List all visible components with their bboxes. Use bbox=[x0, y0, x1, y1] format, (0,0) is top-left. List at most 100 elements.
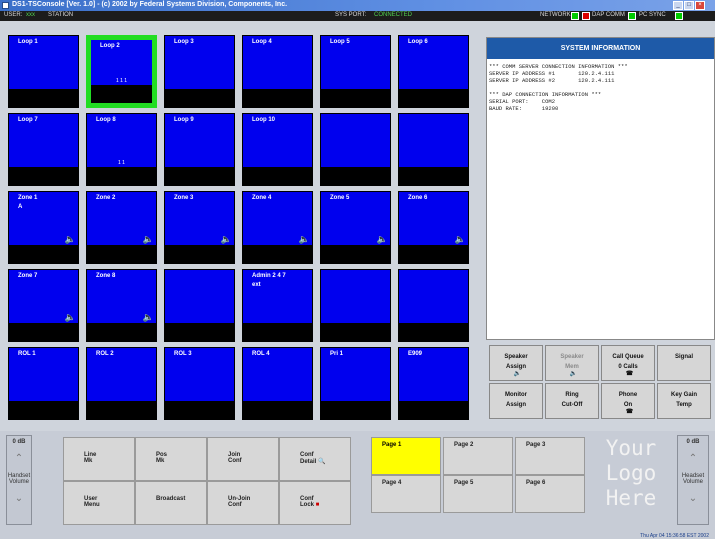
volume-down-icon[interactable]: ⌄ bbox=[7, 493, 31, 504]
tile[interactable]: Zone 2 🔈 bbox=[86, 191, 157, 264]
tile[interactable]: Loop 9 bbox=[164, 113, 235, 186]
tile[interactable]: Zone 5 🔈 bbox=[320, 191, 391, 264]
tile[interactable]: Zone 7 🔈 bbox=[8, 269, 79, 342]
control-sublabel: Mem bbox=[565, 364, 579, 370]
command-button[interactable]: Un-Join Conf bbox=[207, 481, 279, 525]
control-button[interactable]: Ring Cut-Off bbox=[545, 383, 599, 419]
command-sublabel: Conf bbox=[228, 502, 242, 508]
tile[interactable]: Loop 5 bbox=[320, 35, 391, 108]
control-button[interactable]: Signal bbox=[657, 345, 711, 381]
tile[interactable]: Zone 1 A 🔈 bbox=[8, 191, 79, 264]
command-button[interactable]: User Menu bbox=[63, 481, 135, 525]
tile-status-bar bbox=[87, 167, 156, 185]
page-button[interactable]: Page 5 bbox=[443, 475, 513, 513]
control-button[interactable]: Speaker Mem 🔈 bbox=[545, 345, 599, 381]
tile[interactable]: ROL 2 bbox=[86, 347, 157, 420]
detail-icon: 🔍 bbox=[316, 459, 326, 465]
control-button[interactable]: Speaker Assign 🔈 bbox=[489, 345, 543, 381]
tile[interactable]: Loop 7 bbox=[8, 113, 79, 186]
control-sublabel: Assign bbox=[505, 364, 526, 370]
tile[interactable]: ROL 1 bbox=[8, 347, 79, 420]
tile-label: Zone 6 bbox=[408, 195, 428, 201]
tile-status-bar bbox=[399, 89, 468, 107]
tile-label: Zone 1 bbox=[18, 195, 38, 201]
tile-status-bar bbox=[165, 401, 234, 419]
speaker-icon[interactable]: 🔈 bbox=[65, 235, 76, 244]
tile[interactable] bbox=[164, 269, 235, 342]
tile-label: ROL 2 bbox=[96, 351, 114, 357]
control-label: Monitor bbox=[505, 392, 527, 398]
command-button[interactable]: Join Conf bbox=[207, 437, 279, 481]
page-button[interactable]: Page 3 bbox=[515, 437, 585, 475]
tile-status-bar bbox=[399, 167, 468, 185]
tile[interactable]: Zone 4 🔈 bbox=[242, 191, 313, 264]
volume-up-icon[interactable]: ⌃ bbox=[7, 453, 31, 464]
page-button[interactable]: Page 1 bbox=[371, 437, 441, 475]
control-button[interactable]: Monitor Assign bbox=[489, 383, 543, 419]
app-icon bbox=[2, 2, 9, 9]
control-button[interactable]: Key Gain Temp bbox=[657, 383, 711, 419]
control-sublabel: On bbox=[623, 402, 633, 408]
handset-volume-caption-2: Volume bbox=[8, 479, 29, 485]
system-information-header: SYSTEM INFORMATION bbox=[487, 38, 714, 59]
tile[interactable]: Loop 8 1 1 bbox=[86, 113, 157, 186]
control-button[interactable]: Phone On ☎ bbox=[601, 383, 655, 419]
tile[interactable]: Loop 6 bbox=[398, 35, 469, 108]
speaker-icon[interactable]: 🔈 bbox=[221, 235, 232, 244]
command-button[interactable]: Pos Mk bbox=[135, 437, 207, 481]
tile[interactable] bbox=[398, 269, 469, 342]
tile[interactable]: Loop 3 bbox=[164, 35, 235, 108]
speaker-icon[interactable]: 🔈 bbox=[143, 235, 154, 244]
tile[interactable] bbox=[320, 113, 391, 186]
speaker-icon[interactable]: 🔈 bbox=[377, 235, 388, 244]
sys-port-value: CONNECTED bbox=[374, 12, 413, 18]
tile-label: Loop 10 bbox=[252, 117, 276, 123]
tile[interactable] bbox=[398, 113, 469, 186]
command-button[interactable]: Conf Lock ■ bbox=[279, 481, 351, 525]
tile[interactable]: Zone 6 🔈 bbox=[398, 191, 469, 264]
control-button[interactable]: Call Queue 0 Calls ☎ bbox=[601, 345, 655, 381]
tile[interactable]: ROL 4 bbox=[242, 347, 313, 420]
control-sublabel: 0 Calls bbox=[618, 364, 638, 370]
headset-volume-caption-2: Volume bbox=[682, 479, 703, 485]
close-button[interactable]: × bbox=[695, 1, 705, 10]
tile-status-bar bbox=[243, 89, 312, 107]
tile-sublabel: ext bbox=[252, 282, 261, 288]
tile[interactable]: ROL 3 bbox=[164, 347, 235, 420]
maximize-button[interactable]: □ bbox=[684, 1, 694, 10]
command-button[interactable]: Broadcast bbox=[135, 481, 207, 525]
tile[interactable]: Zone 8 🔈 bbox=[86, 269, 157, 342]
speaker-icon[interactable]: 🔈 bbox=[65, 313, 76, 322]
speaker-icon[interactable]: 🔈 bbox=[143, 313, 154, 322]
headset-volume-control[interactable]: 0 dB ⌃ Headset Volume ⌄ bbox=[677, 435, 709, 525]
tile[interactable]: Loop 4 bbox=[242, 35, 313, 108]
page-button[interactable]: Page 6 bbox=[515, 475, 585, 513]
tile-label: Loop 2 bbox=[100, 43, 120, 49]
tile[interactable]: Admin 2 4 7 ext bbox=[242, 269, 313, 342]
page-button[interactable]: Page 2 bbox=[443, 437, 513, 475]
volume-down-icon-right[interactable]: ⌄ bbox=[678, 493, 708, 504]
volume-up-icon-right[interactable]: ⌃ bbox=[678, 453, 708, 464]
speaker-icon[interactable]: 🔈 bbox=[455, 235, 466, 244]
speaker-icon[interactable]: 🔈 bbox=[299, 235, 310, 244]
page-button[interactable]: Page 4 bbox=[371, 475, 441, 513]
tile-status-bar bbox=[9, 401, 78, 419]
control-label: Call Queue bbox=[612, 354, 644, 360]
tile-overlay: 1 1 bbox=[118, 160, 125, 166]
tile[interactable] bbox=[320, 269, 391, 342]
user-label: USER: bbox=[4, 12, 23, 18]
handset-volume-control[interactable]: 0 dB ⌃ Handset Volume ⌄ bbox=[6, 435, 32, 525]
tile[interactable]: Zone 3 🔈 bbox=[164, 191, 235, 264]
tile[interactable]: Loop 1 bbox=[8, 35, 79, 108]
minimize-button[interactable]: _ bbox=[673, 1, 683, 10]
network-label: NETWORK bbox=[540, 12, 571, 18]
command-button[interactable]: Line Mk bbox=[63, 437, 135, 481]
logo-line-1: Your bbox=[605, 436, 657, 460]
tile[interactable]: E909 bbox=[398, 347, 469, 420]
tile[interactable]: Loop 10 bbox=[242, 113, 313, 186]
tile[interactable]: Pri 1 bbox=[320, 347, 391, 420]
tile[interactable]: Loop 2 1 1 1 bbox=[86, 35, 157, 108]
dap-indicator bbox=[582, 12, 590, 20]
control-sublabel: Cut-Off bbox=[561, 402, 583, 408]
command-button[interactable]: Conf Detail 🔍 bbox=[279, 437, 351, 481]
